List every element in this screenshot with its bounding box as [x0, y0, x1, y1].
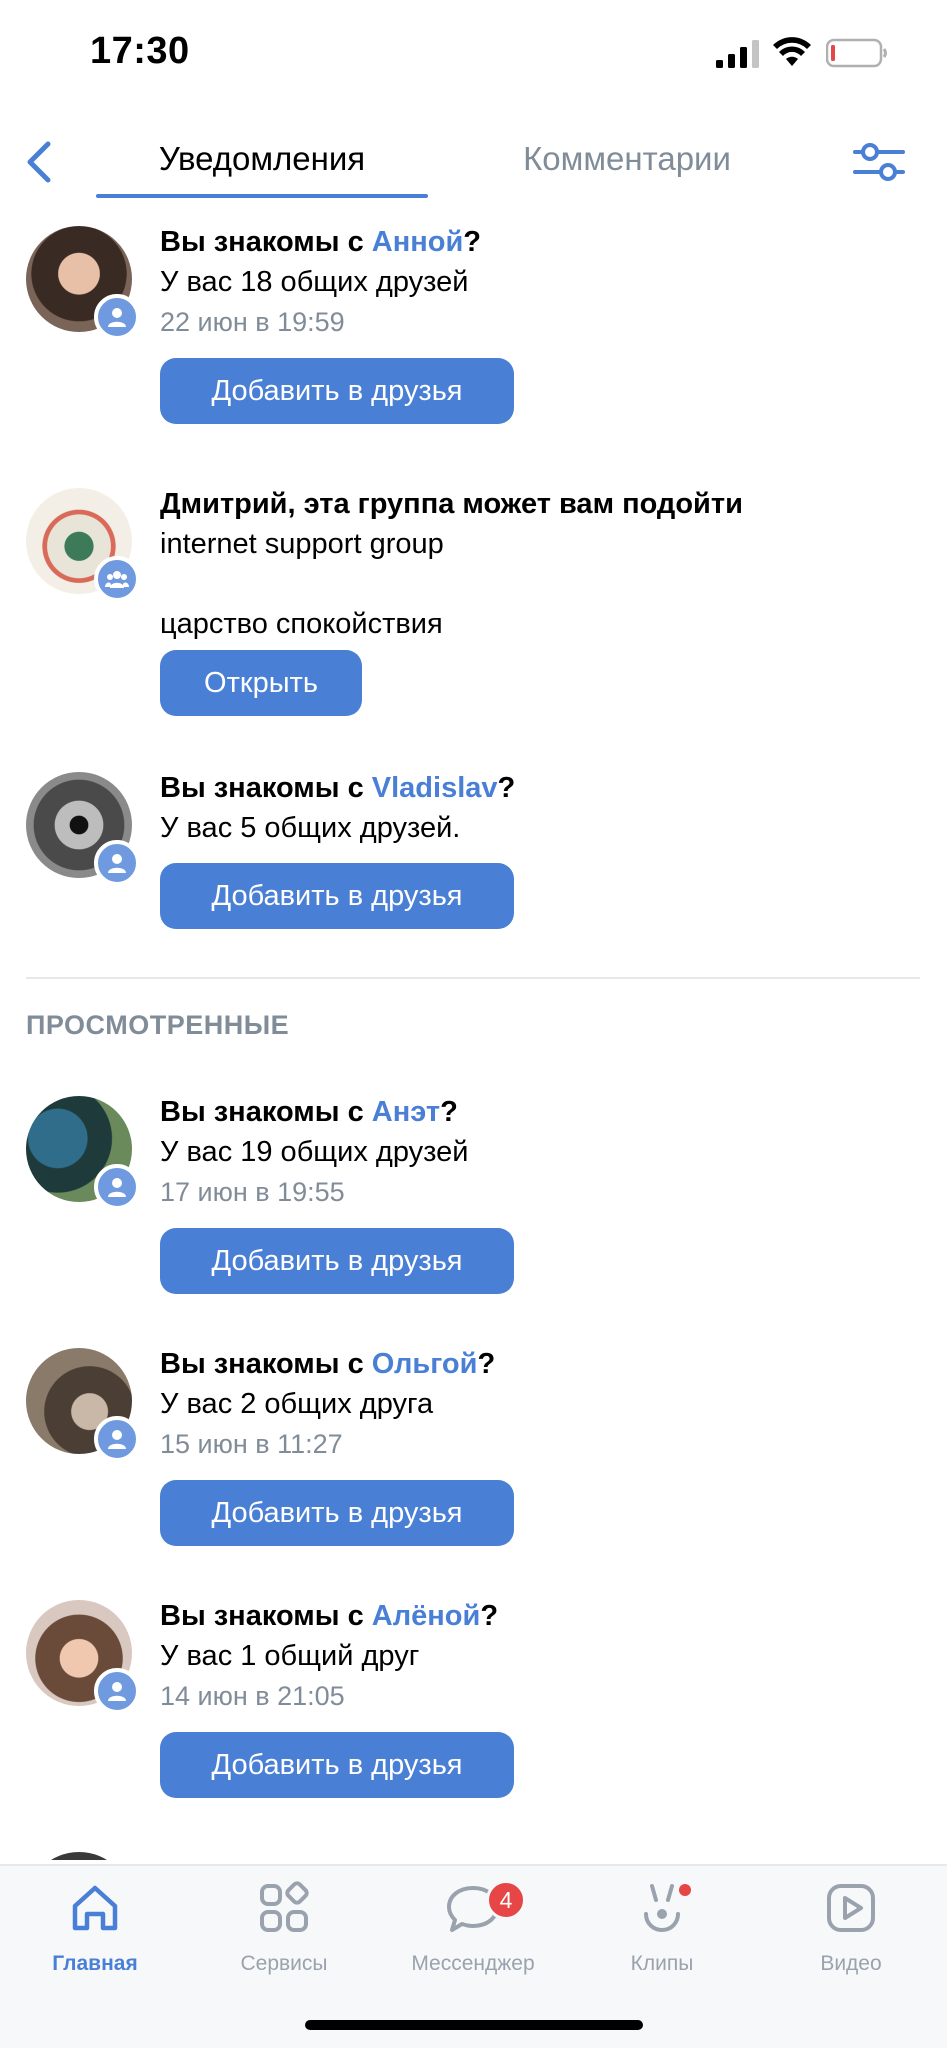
- notifications-screen: 17:30 Уведомления Комментарии Вы знакомы…: [0, 0, 947, 2048]
- notification-title: Вы знакомы с Ольгой?: [160, 1348, 496, 1380]
- clips-new-dot: [679, 1884, 691, 1896]
- tab-services[interactable]: Сервисы: [189, 1880, 379, 2000]
- notification-date: 22 июн в 19:59: [160, 307, 345, 337]
- bottom-tab-bar: Главная Сервисы 4 Мессенджер Клипы Видео: [0, 1864, 947, 2048]
- status-time: 17:30: [90, 30, 190, 72]
- group-badge-icon: [94, 556, 140, 602]
- notification-title: Вы знакомы с Vladislav?: [160, 772, 516, 804]
- filter-settings-icon[interactable]: [852, 140, 906, 184]
- avatar[interactable]: [26, 1600, 140, 1714]
- user-badge-icon: [94, 840, 140, 886]
- add-friend-button[interactable]: Добавить в друзья: [160, 1228, 514, 1294]
- mutual-friends-text: У вас 18 общих друзей: [160, 266, 469, 298]
- mutual-friends-text: У вас 2 общих друга: [160, 1388, 434, 1420]
- user-name-link[interactable]: Алёной: [372, 1600, 481, 1632]
- messenger-unread-badge: 4: [486, 1880, 526, 1920]
- notification-title: Вы знакомы с Алёной?: [160, 1600, 499, 1632]
- group-name[interactable]: internet support group: [160, 524, 920, 564]
- video-icon: [827, 1884, 875, 1932]
- notification-text: Вы знакомы с Анной? У вас 18 общих друзе…: [160, 222, 920, 342]
- signal-icon: [716, 40, 759, 68]
- avatar[interactable]: [26, 1852, 132, 1860]
- tab-comments[interactable]: Комментарии: [480, 140, 774, 178]
- notification-text: Вы знакомы с Ольгой? У вас 2 общих друга…: [160, 1344, 920, 1464]
- user-name-link[interactable]: Ольгой: [372, 1348, 478, 1380]
- status-bar: 17:30: [0, 0, 947, 110]
- notification-text: Вы знакомы с Vladislav? У вас 5 общих др…: [160, 768, 920, 848]
- tab-video-label: Видео: [820, 1952, 882, 1975]
- user-name-link[interactable]: Vladislav: [372, 772, 498, 804]
- wifi-icon: [773, 37, 811, 66]
- friend-suggestion-item: Вы знакомы с Анной? У вас 18 общих друзе…: [0, 200, 947, 440]
- group-suggestion-item: Дмитрий, эта группа может вам подойти in…: [0, 462, 947, 722]
- user-name-link[interactable]: Анной: [372, 226, 464, 258]
- section-divider: [26, 977, 920, 979]
- tab-messenger[interactable]: 4 Мессенджер: [378, 1880, 568, 2000]
- notification-text: Вы знакомы с Анэт? У вас 19 общих друзей…: [160, 1092, 920, 1212]
- back-arrow-icon[interactable]: [20, 138, 60, 186]
- notification-title: Вы знакомы с Анной?: [160, 226, 482, 258]
- user-badge-icon: [94, 1164, 140, 1210]
- avatar[interactable]: [26, 226, 140, 340]
- user-badge-icon: [94, 1668, 140, 1714]
- tab-home[interactable]: Главная: [0, 1880, 190, 2000]
- notification-date: 17 июн в 19:55: [160, 1177, 345, 1207]
- group-avatar[interactable]: [26, 488, 140, 602]
- services-icon: [260, 1881, 309, 1932]
- tab-video[interactable]: Видео: [756, 1880, 946, 2000]
- tab-home-label: Главная: [52, 1952, 138, 1975]
- mutual-friends-text: У вас 19 общих друзей: [160, 1136, 469, 1168]
- mutual-friends-text: У вас 1 общий друг: [160, 1640, 420, 1672]
- home-indicator: [305, 2020, 643, 2030]
- friend-suggestion-item: Вы знакомы с Ольгой? У вас 2 общих друга…: [0, 1322, 947, 1562]
- notification-title: Вы знакомы с Анэт?: [160, 1096, 458, 1128]
- notification-text: Вы знакомы с Алёной? У вас 1 общий друг …: [160, 1596, 920, 1716]
- mutual-friends-text: У вас 5 общих друзей.: [160, 812, 461, 844]
- notification-date: 15 июн в 11:27: [160, 1429, 343, 1459]
- notification-date: 14 июн в 21:05: [160, 1681, 345, 1711]
- add-friend-button[interactable]: Добавить в друзья: [160, 1480, 514, 1546]
- tab-notifications[interactable]: Уведомления: [96, 140, 428, 178]
- tab-messenger-label: Мессенджер: [411, 1952, 535, 1975]
- notification-title: Дмитрий, эта группа может вам подойти: [160, 488, 743, 520]
- friend-suggestion-item: Вы знакомы с Vladislav? У вас 5 общих др…: [0, 746, 947, 946]
- tab-services-label: Сервисы: [240, 1952, 328, 1975]
- avatar[interactable]: [26, 772, 140, 886]
- user-name-link[interactable]: Анэт: [372, 1096, 440, 1128]
- friend-suggestion-item-partial: [0, 1826, 947, 1860]
- viewed-section-header: ПРОСМОТРЕННЫЕ: [26, 1010, 290, 1040]
- home-icon: [72, 1885, 118, 1931]
- group-description: царство спокойствия: [160, 608, 443, 640]
- user-badge-icon: [94, 294, 140, 340]
- user-badge-icon: [94, 1416, 140, 1462]
- friend-suggestion-item: Вы знакомы с Анэт? У вас 19 общих друзей…: [0, 1070, 947, 1310]
- tab-clips[interactable]: Клипы: [567, 1880, 757, 2000]
- open-group-button[interactable]: Открыть: [160, 650, 362, 716]
- friend-suggestion-item: Вы знакомы с Алёной? У вас 1 общий друг …: [0, 1574, 947, 1814]
- header: Уведомления Комментарии: [0, 120, 947, 200]
- notifications-feed[interactable]: Вы знакомы с Анной? У вас 18 общих друзе…: [0, 200, 947, 1860]
- notification-text: Дмитрий, эта группа может вам подойти in…: [160, 484, 920, 644]
- tab-clips-label: Клипы: [630, 1952, 694, 1975]
- add-friend-button[interactable]: Добавить в друзья: [160, 1732, 514, 1798]
- avatar[interactable]: [26, 1096, 140, 1210]
- active-tab-indicator: [96, 194, 428, 198]
- add-friend-button[interactable]: Добавить в друзья: [160, 358, 514, 424]
- avatar[interactable]: [26, 1348, 140, 1462]
- add-friend-button[interactable]: Добавить в друзья: [160, 863, 514, 929]
- battery-icon: [826, 38, 887, 68]
